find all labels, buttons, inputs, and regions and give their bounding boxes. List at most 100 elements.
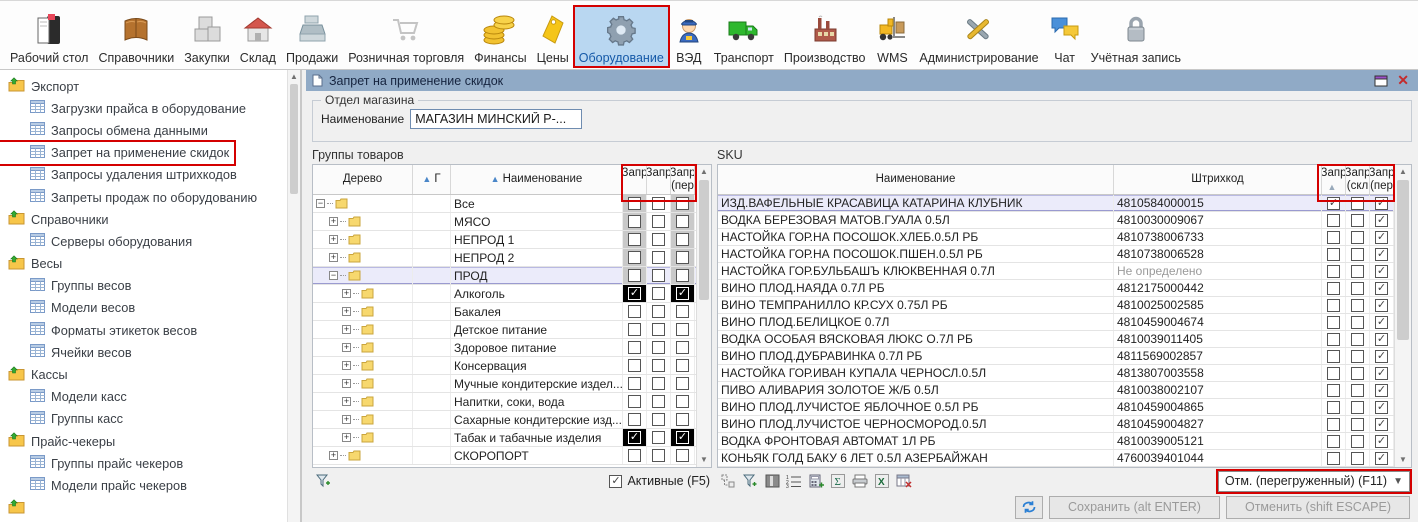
flag-checkbox-cell[interactable] [1322, 297, 1346, 313]
group-row[interactable]: −Все [313, 195, 711, 213]
checkbox-icon[interactable] [652, 305, 665, 318]
toolbar-item-8[interactable]: Цены [533, 7, 573, 66]
checkbox-icon[interactable] [652, 233, 665, 246]
numbered-list-icon[interactable]: 123 [785, 473, 803, 490]
flag-checkbox-cell[interactable]: ✓ [1370, 195, 1394, 211]
collapse-icon[interactable]: − [329, 271, 338, 280]
checkbox-icon[interactable] [1351, 282, 1364, 295]
checkbox-icon[interactable] [1351, 452, 1364, 465]
flag-checkbox-cell[interactable]: ✓ [671, 285, 695, 302]
sidebar-item-1[interactable]: Экспорт [0, 75, 300, 97]
flag-checkbox-cell[interactable] [1346, 280, 1370, 296]
sidebar-item-12[interactable]: Форматы этикеток весов [0, 319, 300, 341]
checkbox-icon[interactable]: ✓ [1375, 299, 1388, 312]
checkbox-icon[interactable] [676, 449, 689, 462]
checkbox-icon[interactable] [1351, 214, 1364, 227]
sidebar-item-5[interactable]: Запросы удаления штрихкодов [0, 164, 300, 186]
flag-checkbox-cell[interactable] [647, 213, 671, 230]
checkbox-icon[interactable] [676, 359, 689, 372]
checkbox-icon[interactable] [1327, 282, 1340, 295]
flag-checkbox-cell[interactable] [623, 357, 647, 374]
checkbox-icon[interactable] [652, 251, 665, 264]
toolbar-item-4[interactable]: Склад [236, 7, 280, 66]
checkbox-icon[interactable]: ✓ [628, 287, 641, 300]
toolbar-item-6[interactable]: Розничная торговля [344, 7, 468, 66]
toolbar-item-1[interactable]: Рабочий стол [6, 7, 92, 66]
sku-row[interactable]: КОНЬЯК ГОЛД БАКУ 6 ЛЕТ 0.5Л АЗЕРБАЙЖАН47… [718, 450, 1411, 467]
flag-checkbox-cell[interactable] [623, 447, 647, 464]
toolbar-item-11[interactable]: Транспорт [710, 7, 778, 66]
checkbox-icon[interactable] [652, 377, 665, 390]
flag-checkbox-cell[interactable] [1346, 331, 1370, 347]
maximize-button[interactable] [1374, 75, 1388, 87]
sku-row[interactable]: ВИНО ПЛОД.НАЯДА 0.7Л РБ4812175000442✓ [718, 280, 1411, 297]
flag-checkbox-cell[interactable] [671, 303, 695, 320]
checkbox-icon[interactable] [652, 359, 665, 372]
flag-checkbox-cell[interactable] [623, 213, 647, 230]
flag-checkbox-cell[interactable]: ✓ [1370, 263, 1394, 279]
checkbox-icon[interactable] [652, 215, 665, 228]
sku-row[interactable]: ВИНО ПЛОД.ЛУЧИСТОЕ ЧЕРНОСМОРОД.0.5Л48104… [718, 416, 1411, 433]
checkbox-icon[interactable] [676, 233, 689, 246]
checkbox-icon[interactable] [1327, 435, 1340, 448]
state-filter-dropdown[interactable]: Отм. (перегруженный) (F11) ▼ [1218, 471, 1410, 492]
flag-checkbox-cell[interactable]: ✓ [1322, 195, 1346, 211]
checkbox-icon[interactable]: ✓ [1375, 282, 1388, 295]
flag-checkbox-cell[interactable] [1346, 433, 1370, 449]
checkbox-icon[interactable] [652, 269, 665, 282]
flag-checkbox-cell[interactable] [671, 411, 695, 428]
flag-checkbox-cell[interactable]: ✓ [1370, 433, 1394, 449]
sidebar-item-9[interactable]: Весы [0, 253, 300, 275]
checkbox-icon[interactable]: ✓ [676, 287, 689, 300]
flag-checkbox-cell[interactable] [1346, 297, 1370, 313]
scroll-up-icon[interactable]: ▲ [288, 70, 300, 83]
flag-checkbox-cell[interactable] [671, 339, 695, 356]
expand-icon[interactable]: + [342, 397, 351, 406]
checkbox-icon[interactable] [1327, 316, 1340, 329]
checkbox-icon[interactable] [628, 269, 641, 282]
flag-checkbox-cell[interactable]: ✓ [671, 429, 695, 446]
flag-checkbox-cell[interactable] [1322, 348, 1346, 364]
flag-checkbox-cell[interactable] [647, 447, 671, 464]
checkbox-icon[interactable] [676, 197, 689, 210]
checkbox-icon[interactable] [1351, 316, 1364, 329]
checkbox-icon[interactable] [628, 323, 641, 336]
flag-checkbox-cell[interactable] [647, 303, 671, 320]
flag-checkbox-cell[interactable] [1346, 450, 1370, 466]
column-header-name[interactable]: Наименование [718, 165, 1114, 194]
checkbox-icon[interactable]: ✓ [676, 431, 689, 444]
checkbox-icon[interactable]: ✓ [1375, 418, 1388, 431]
checkbox-icon[interactable] [652, 449, 665, 462]
sidebar-item-3[interactable]: Запросы обмена данными [0, 119, 300, 141]
delete-column-icon[interactable] [895, 473, 913, 490]
sidebar-item-20[interactable] [0, 497, 300, 519]
checkbox-icon[interactable]: ✓ [1375, 401, 1388, 414]
flag-checkbox-cell[interactable] [1322, 314, 1346, 330]
flag-checkbox-cell[interactable] [623, 231, 647, 248]
flag-checkbox-cell[interactable] [647, 429, 671, 446]
flag-checkbox-cell[interactable] [647, 267, 671, 284]
flag-checkbox-cell[interactable] [1322, 280, 1346, 296]
filter-add-icon[interactable] [741, 473, 759, 490]
sidebar-item-17[interactable]: Прайс-чекеры [0, 430, 300, 452]
expand-icon[interactable]: + [329, 217, 338, 226]
sku-row[interactable]: ВИНО ТЕМПРАНИЛЛО КР.СУХ 0.75Л РБ48100250… [718, 297, 1411, 314]
column-header-barcode[interactable]: Штрихкод [1114, 165, 1322, 194]
checkbox-icon[interactable] [652, 287, 665, 300]
group-row[interactable]: +Здоровое питание [313, 339, 711, 357]
checkbox-icon[interactable] [1327, 299, 1340, 312]
toolbar-item-3[interactable]: Закупки [180, 7, 234, 66]
print-icon[interactable] [851, 473, 869, 490]
checkbox-icon[interactable] [676, 269, 689, 282]
checkbox-icon[interactable] [1351, 350, 1364, 363]
sidebar-item-6[interactable]: Запреты продаж по оборудованию [0, 186, 300, 208]
sidebar-item-16[interactable]: Группы касс [0, 408, 300, 430]
toolbar-item-9[interactable]: Оборудование [575, 7, 668, 66]
checkbox-icon[interactable] [1351, 367, 1364, 380]
sidebar-scrollbar[interactable]: ▲ [287, 70, 300, 522]
expand-icon[interactable]: + [342, 343, 351, 352]
flag-checkbox-cell[interactable] [671, 357, 695, 374]
flag-checkbox-cell[interactable] [671, 249, 695, 266]
checkbox-icon[interactable] [652, 341, 665, 354]
toolbar-item-15[interactable]: Чат [1045, 7, 1085, 66]
